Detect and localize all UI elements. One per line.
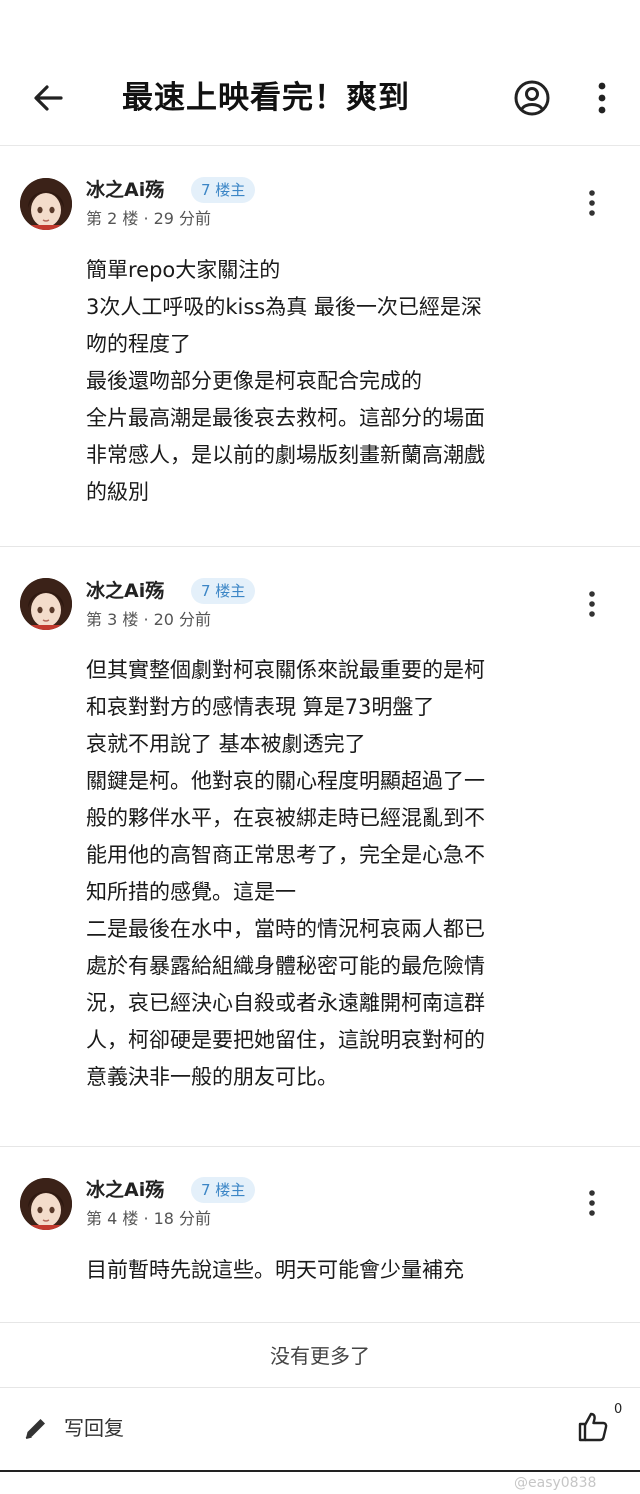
post-body: 簡單repo大家關注的 3次人工呼吸的kiss為真 最後一次已經是深 吻的程度了… xyxy=(86,252,616,511)
post-more-icon[interactable] xyxy=(580,1188,604,1218)
post-line: 的級別 xyxy=(86,480,149,504)
post-line: 般的夥伴水平，在哀被綁走時已經混亂到不 xyxy=(86,806,485,830)
post-line: 和哀對對方的感情表現 算是73明盤了 xyxy=(86,695,435,719)
op-badge: 7 楼主 xyxy=(191,177,256,203)
post-line: 非常感人，是以前的劇場版刻畫新蘭高潮戲 xyxy=(86,443,485,467)
post-line: 簡單repo大家關注的 xyxy=(86,258,281,282)
divider xyxy=(0,1470,640,1472)
post-line: 況，哀已經決心自殺或者永遠離開柯南這群 xyxy=(86,991,485,1015)
end-of-list-label: 没有更多了 xyxy=(0,1322,640,1388)
op-badge: 7 楼主 xyxy=(191,1177,256,1203)
post-meta: 第 4 楼 · 18 分前 xyxy=(86,1209,212,1228)
avatar[interactable] xyxy=(20,178,72,230)
post-line: 人，柯卻硬是要把她留住，這說明哀對柯的 xyxy=(86,1028,485,1052)
bottom-action-bar: 写回复 0 xyxy=(0,1388,640,1470)
post-line: 處於有暴露給組織身體秘密可能的最危險情 xyxy=(86,954,485,978)
post-line: 關鍵是柯。他對哀的關心程度明顯超過了一 xyxy=(86,769,485,793)
avatar[interactable] xyxy=(20,1178,72,1230)
avatar[interactable] xyxy=(20,578,72,630)
post-line: 最後還吻部分更像是柯哀配合完成的 xyxy=(86,369,422,393)
post-line: 吻的程度了 xyxy=(86,332,191,356)
pencil-icon[interactable] xyxy=(22,1414,50,1442)
post-line: 全片最高潮是最後哀去救柯。這部分的場面 xyxy=(86,406,485,430)
author-name[interactable]: 冰之Ai殇 xyxy=(86,1177,164,1203)
post-line: 意義決非一般的朋友可比。 xyxy=(86,1065,338,1089)
thumbs-up-icon[interactable] xyxy=(576,1410,610,1444)
post-line: 但其實整個劇對柯哀關係來說最重要的是柯 xyxy=(86,658,485,682)
op-badge: 7 楼主 xyxy=(191,578,256,604)
post-meta: 第 3 楼 · 20 分前 xyxy=(86,610,212,629)
post-line: 3次人工呼吸的kiss為真 最後一次已經是深 xyxy=(86,295,482,319)
reply-button[interactable]: 写回复 xyxy=(64,1414,124,1442)
post-line: 目前暫時先說這些。明天可能會少量補充 xyxy=(86,1258,464,1282)
post-line: 二是最後在水中，當時的情況柯哀兩人都已 xyxy=(86,917,485,941)
more-vertical-icon[interactable] xyxy=(584,78,620,118)
post-body: 但其實整個劇對柯哀關係來說最重要的是柯 和哀對對方的感情表現 算是73明盤了 哀… xyxy=(86,652,616,1096)
page-title: 最速上映看完！爽到 xyxy=(122,80,410,116)
post-line: 哀就不用說了 基本被劇透完了 xyxy=(86,732,366,756)
top-app-bar: 最速上映看完！爽到 xyxy=(0,0,640,146)
author-name[interactable]: 冰之Ai殇 xyxy=(86,578,164,604)
post-body: 目前暫時先說這些。明天可能會少量補充 xyxy=(86,1252,616,1289)
author-name[interactable]: 冰之Ai殇 xyxy=(86,177,164,203)
post-line: 知所措的感覺。這是一 xyxy=(86,880,296,904)
divider xyxy=(0,546,640,547)
post-line: 能用他的高智商正常思考了，完全是心急不 xyxy=(86,843,485,867)
account-circle-icon[interactable] xyxy=(512,78,552,118)
divider xyxy=(0,1146,640,1147)
watermark: @easy0838 xyxy=(514,1475,597,1491)
like-count: 0 xyxy=(614,1402,623,1417)
post-more-icon[interactable] xyxy=(580,589,604,619)
arrow-left-icon[interactable] xyxy=(28,78,68,118)
post-more-icon[interactable] xyxy=(580,188,604,218)
post-meta: 第 2 楼 · 29 分前 xyxy=(86,209,212,228)
